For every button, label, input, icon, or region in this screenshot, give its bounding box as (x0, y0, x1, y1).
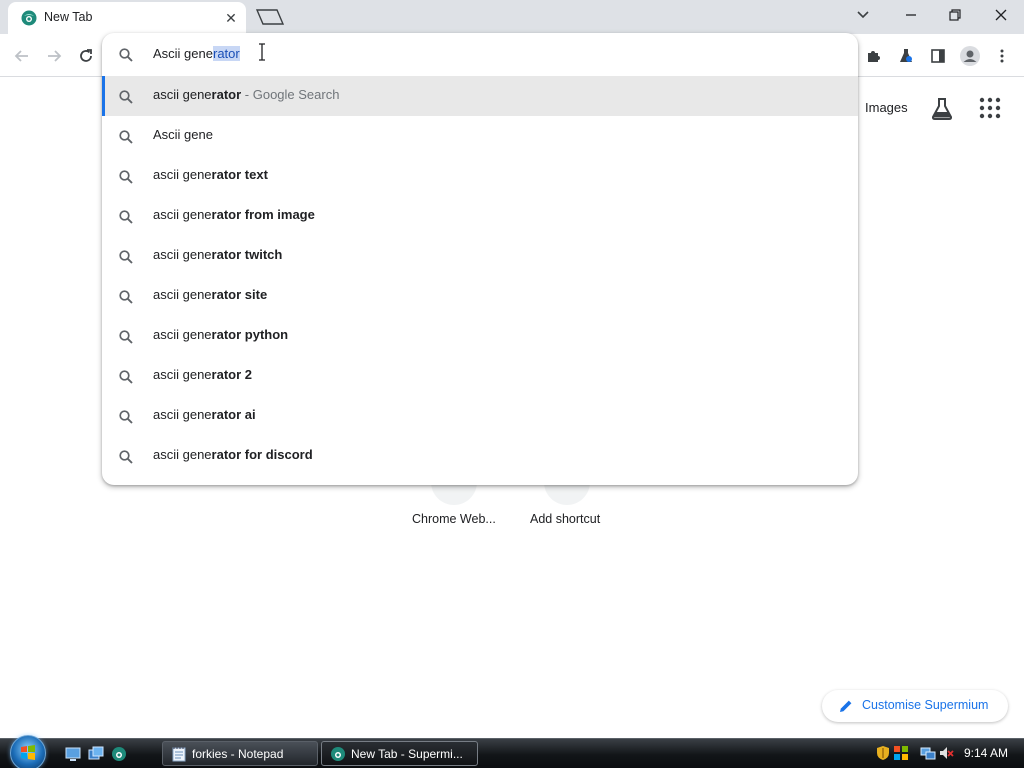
suggestion-row[interactable]: ascii generator text (102, 156, 858, 196)
close-window-icon[interactable] (987, 4, 1015, 26)
suggestion-row[interactable]: ascii generator python (102, 316, 858, 356)
profile-avatar-icon[interactable] (958, 44, 982, 68)
suggestion-text: ascii generator from image (153, 207, 315, 222)
taskbar-button-label: forkies - Notepad (192, 747, 284, 761)
omnibox-text: Ascii generator (153, 46, 240, 61)
suggestion-typed-part: ascii gene (153, 247, 212, 262)
new-tab-icon[interactable] (253, 7, 287, 27)
suggestion-typed-part: ascii gene (153, 207, 212, 222)
suggestion-text: ascii generator for discord (153, 447, 313, 462)
reload-icon[interactable] (74, 44, 98, 68)
suggestion-suffix: - Google Search (241, 87, 340, 102)
suggestion-text: ascii generator python (153, 327, 288, 342)
tab-title: New Tab (44, 10, 93, 24)
labs-flask-extension-icon[interactable] (894, 44, 918, 68)
search-icon (119, 90, 133, 104)
volume-muted-icon[interactable] (938, 745, 954, 761)
network-icon[interactable] (920, 745, 936, 761)
suggestion-completion-part: rator text (211, 167, 268, 182)
suggestion-row[interactable]: ascii generator site (102, 276, 858, 316)
windows-taskbar: forkies - Notepad New Tab - Supermi... 9… (0, 735, 1024, 768)
suggestion-row[interactable]: ascii generator - Google Search (102, 76, 858, 116)
search-icon (119, 48, 133, 62)
minimize-icon[interactable] (897, 4, 925, 26)
back-icon[interactable] (10, 44, 34, 68)
shortcut-label[interactable]: Chrome Web... (412, 512, 496, 526)
suggestion-row[interactable]: ascii generator 2 (102, 356, 858, 396)
suggestion-text: ascii generator - Google Search (153, 87, 339, 102)
search-icon (119, 130, 133, 144)
tab-strip: New Tab ✕ (0, 0, 1024, 34)
suggestion-completion-part: rator for discord (211, 447, 313, 462)
search-icon (119, 290, 133, 304)
suggestion-text: ascii generator site (153, 287, 267, 302)
search-labs-icon[interactable] (929, 96, 955, 122)
search-icon (119, 410, 133, 424)
search-icon (119, 250, 133, 264)
suggestion-typed-part: ascii gene (153, 167, 212, 182)
switch-windows-icon[interactable] (88, 746, 104, 762)
suggestion-completion-part: rator site (211, 287, 268, 302)
google-apps-icon[interactable] (978, 96, 1002, 120)
suggestion-completion-part: rator from image (211, 207, 315, 222)
suggestion-text: ascii generator 2 (153, 367, 252, 382)
suggestion-completion-part: rator ai (211, 407, 256, 422)
suggestion-row[interactable]: ascii generator twitch (102, 236, 858, 276)
pencil-icon (840, 700, 852, 712)
windows-flag-tray-icon[interactable] (893, 745, 909, 761)
taskbar-browser-button[interactable]: New Tab - Supermi... (321, 741, 478, 766)
more-menu-icon[interactable] (990, 44, 1014, 68)
suggestion-row[interactable]: Ascii gene (102, 116, 858, 156)
supermium-favicon-icon (21, 10, 37, 26)
supermium-quicklaunch-icon[interactable] (111, 746, 127, 762)
extensions-puzzle-icon[interactable] (862, 44, 886, 68)
search-icon (119, 170, 133, 184)
suggestion-row[interactable]: ascii generator from image (102, 196, 858, 236)
suggestion-typed-part: ascii gene (153, 447, 212, 462)
omnibox-input[interactable]: Ascii generator (102, 33, 858, 76)
suggestion-text: ascii generator twitch (153, 247, 282, 262)
suggestion-typed-part: ascii gene (153, 407, 212, 422)
side-panel-icon[interactable] (926, 44, 950, 68)
suggestion-completion-part: rator twitch (211, 247, 283, 262)
supermium-icon (331, 747, 345, 761)
omnibox-inline-autocomplete: rator (212, 46, 240, 61)
taskbar-notepad-button[interactable]: forkies - Notepad (162, 741, 318, 766)
suggestion-typed-part: ascii gene (153, 327, 212, 342)
tab-new-tab[interactable]: New Tab ✕ (8, 2, 246, 34)
start-button-icon[interactable] (10, 735, 46, 768)
suggestion-typed-part: Ascii gene (153, 127, 213, 142)
forward-icon[interactable] (42, 44, 66, 68)
customise-label: Customise Supermium (862, 698, 989, 712)
taskbar-clock[interactable]: 9:14 AM (964, 746, 1008, 760)
suggestion-completion-part: rator python (211, 327, 289, 342)
suggestion-text: ascii generator ai (153, 407, 256, 422)
suggestion-text: ascii generator text (153, 167, 268, 182)
search-icon (119, 370, 133, 384)
suggestion-typed-part: ascii gene (153, 87, 212, 102)
tab-search-chevron-icon[interactable] (849, 4, 877, 26)
text-cursor-icon (259, 43, 265, 61)
restore-icon[interactable] (941, 4, 969, 26)
notepad-icon (172, 747, 186, 762)
suggestion-typed-part: ascii gene (153, 287, 212, 302)
suggestion-completion-part: rator (211, 87, 242, 102)
omnibox-typed-text: Ascii gene (153, 46, 213, 61)
customise-supermium-button[interactable]: Customise Supermium (822, 690, 1008, 722)
taskbar-button-label: New Tab - Supermi... (351, 747, 463, 761)
search-icon (119, 330, 133, 344)
tab-close-icon[interactable]: ✕ (222, 9, 240, 27)
search-icon (119, 450, 133, 464)
show-desktop-icon[interactable] (65, 746, 81, 762)
search-icon (119, 210, 133, 224)
suggestion-row[interactable]: ascii generator for discord (102, 436, 858, 476)
suggestion-completion-part: rator 2 (211, 367, 253, 382)
suggestion-typed-part: ascii gene (153, 367, 212, 382)
shortcut-label[interactable]: Add shortcut (530, 512, 600, 526)
suggestion-text: Ascii gene (153, 127, 213, 142)
suggestion-row[interactable]: ascii generator ai (102, 396, 858, 436)
omnibox-dropdown: Ascii generator ascii generator - Google… (102, 33, 858, 485)
security-shield-icon[interactable] (875, 745, 891, 761)
images-link[interactable]: Images (865, 100, 908, 115)
